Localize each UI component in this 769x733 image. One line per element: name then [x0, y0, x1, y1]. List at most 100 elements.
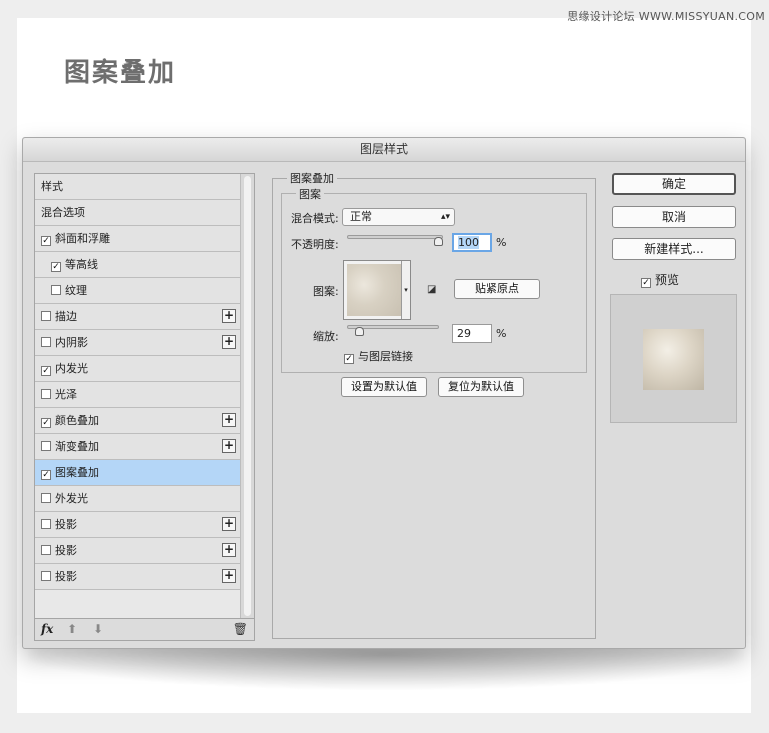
style-item-label: 渐变叠加 — [55, 440, 99, 453]
arrow-down-icon[interactable]: ⬇ — [93, 622, 103, 636]
make-default-button[interactable]: 设置为默认值 — [341, 377, 427, 397]
style-checkbox[interactable] — [41, 337, 51, 347]
link-label: 与图层链接 — [358, 350, 413, 363]
styles-list: 样式 混合选项 ✓ 斜面和浮雕 ✓ 等高线 纹理 描边 + 内阴影 + ✓ 内发光 光泽 ✓ 颜色叠加 + 渐变叠… — [35, 174, 240, 590]
style-checkbox[interactable] — [41, 493, 51, 503]
add-effect-icon[interactable]: + — [222, 439, 236, 453]
style-item[interactable]: ✓ 图案叠加 — [35, 460, 240, 486]
blend-mode-label: 混合模式: — [291, 212, 339, 225]
style-item[interactable]: 内阴影 + — [35, 330, 240, 356]
link-checkbox-box[interactable]: ✓ — [344, 354, 354, 364]
opacity-label: 不透明度: — [291, 238, 339, 251]
new-preset-icon[interactable]: ◪ — [427, 284, 436, 295]
style-item[interactable]: 投影 + — [35, 538, 240, 564]
style-checkbox[interactable]: ✓ — [41, 470, 51, 480]
style-preview — [610, 294, 737, 423]
style-item[interactable]: ✓ 斜面和浮雕 — [35, 226, 240, 252]
arrow-up-icon[interactable]: ⬆ — [67, 622, 77, 636]
style-checkbox[interactable]: ✓ — [41, 366, 51, 376]
style-item[interactable]: 描边 + — [35, 304, 240, 330]
preview-checkbox-box[interactable]: ✓ — [641, 278, 651, 288]
style-item-label: 图案叠加 — [55, 466, 99, 479]
style-item-label: 内阴影 — [55, 336, 88, 349]
styles-panel: 样式 混合选项 ✓ 斜面和浮雕 ✓ 等高线 纹理 描边 + 内阴影 + ✓ 内发光 光泽 ✓ 颜色叠加 + 渐变叠… — [34, 173, 255, 641]
style-item[interactable]: ✓ 等高线 — [35, 252, 240, 278]
style-item-label: 纹理 — [65, 284, 87, 297]
opacity-slider-handle[interactable] — [434, 237, 443, 246]
style-item-label: 外发光 — [55, 492, 88, 505]
reset-default-button[interactable]: 复位为默认值 — [438, 377, 524, 397]
style-checkbox[interactable] — [41, 571, 51, 581]
pattern-picker[interactable]: ▾ — [343, 260, 411, 320]
cancel-button[interactable]: 取消 — [612, 206, 736, 228]
style-item[interactable]: 纹理 — [35, 278, 240, 304]
opacity-percent: % — [496, 236, 507, 249]
opacity-slider[interactable] — [347, 235, 443, 239]
style-item[interactable]: ✓ 内发光 — [35, 356, 240, 382]
add-effect-icon[interactable]: + — [222, 413, 236, 427]
style-item-label: 斜面和浮雕 — [55, 232, 110, 245]
pattern-label: 图案: — [313, 285, 339, 298]
style-checkbox[interactable] — [41, 311, 51, 321]
watermark: 思缘设计论坛 WWW.MISSYUAN.COM — [567, 10, 765, 23]
style-item[interactable]: 渐变叠加 + — [35, 434, 240, 460]
style-checkbox[interactable] — [41, 389, 51, 399]
scale-label: 缩放: — [313, 330, 339, 343]
scale-slider-handle[interactable] — [355, 327, 365, 336]
scale-input[interactable]: 29 — [452, 324, 492, 343]
add-effect-icon[interactable]: + — [222, 543, 236, 557]
styles-scrollbar[interactable] — [240, 174, 254, 620]
style-item[interactable]: 混合选项 — [35, 200, 240, 226]
add-effect-icon[interactable]: + — [222, 335, 236, 349]
style-item-label: 投影 — [55, 518, 77, 531]
opacity-input[interactable]: 100 — [452, 233, 492, 252]
subgroup-title: 图案 — [296, 186, 324, 202]
dialog-titlebar: 图层样式 — [23, 138, 745, 162]
add-effect-icon[interactable]: + — [222, 569, 236, 583]
style-checkbox[interactable] — [51, 285, 61, 295]
scrollbar-thumb[interactable] — [244, 176, 251, 616]
style-item-label: 光泽 — [55, 388, 77, 401]
add-effect-icon[interactable]: + — [222, 517, 236, 531]
new-style-button[interactable]: 新建样式... — [612, 238, 736, 260]
group-title: 图案叠加 — [287, 170, 337, 186]
updown-icon: ▴▾ — [440, 212, 450, 222]
preview-checkbox[interactable]: ✓ 预览 — [641, 271, 679, 288]
style-item[interactable]: 投影 + — [35, 564, 240, 590]
scale-percent: % — [496, 327, 507, 340]
preview-thumbnail — [643, 329, 704, 390]
style-item-label: 混合选项 — [41, 206, 85, 219]
style-item-label: 颜色叠加 — [55, 414, 99, 427]
blend-mode-select[interactable]: 正常 ▴▾ — [342, 208, 455, 226]
ok-button[interactable]: 确定 — [612, 173, 736, 195]
pattern-preview — [347, 264, 404, 316]
style-item[interactable]: 光泽 — [35, 382, 240, 408]
style-checkbox[interactable] — [41, 441, 51, 451]
style-item-label: 等高线 — [65, 258, 98, 271]
snap-to-origin-button[interactable]: 贴紧原点 — [454, 279, 540, 299]
fx-button[interactable]: fx — [41, 622, 53, 636]
style-checkbox[interactable]: ✓ — [41, 236, 51, 246]
style-item-label: 内发光 — [55, 362, 88, 375]
style-checkbox[interactable] — [41, 545, 51, 555]
add-effect-icon[interactable]: + — [222, 309, 236, 323]
chevron-down-icon[interactable]: ▾ — [401, 261, 410, 319]
style-item-label: 样式 — [41, 180, 63, 193]
preview-label: 预览 — [655, 273, 680, 287]
link-with-layer-checkbox[interactable]: ✓ 与图层链接 — [344, 348, 413, 364]
layer-style-dialog: 图层样式 样式混合选项 ✓ 斜面和浮雕 ✓ 等高线纹理描边 + 内阴影 + ✓ 内发光光泽 ✓ 颜色叠… — [22, 137, 746, 649]
style-item-label: 描边 — [55, 310, 77, 323]
style-checkbox[interactable]: ✓ — [41, 418, 51, 428]
style-checkbox[interactable]: ✓ — [51, 262, 61, 272]
style-item-label: 投影 — [55, 570, 77, 583]
style-item-label: 投影 — [55, 544, 77, 557]
page-title: 图案叠加 — [64, 58, 177, 88]
trash-icon[interactable]: 🗑 — [233, 622, 248, 636]
blend-mode-value: 正常 — [350, 210, 372, 223]
style-item[interactable]: 投影 + — [35, 512, 240, 538]
style-checkbox[interactable] — [41, 519, 51, 529]
opacity-value: 100 — [458, 236, 479, 249]
style-item[interactable]: 外发光 — [35, 486, 240, 512]
style-item[interactable]: 样式 — [35, 174, 240, 200]
style-item[interactable]: ✓ 颜色叠加 + — [35, 408, 240, 434]
